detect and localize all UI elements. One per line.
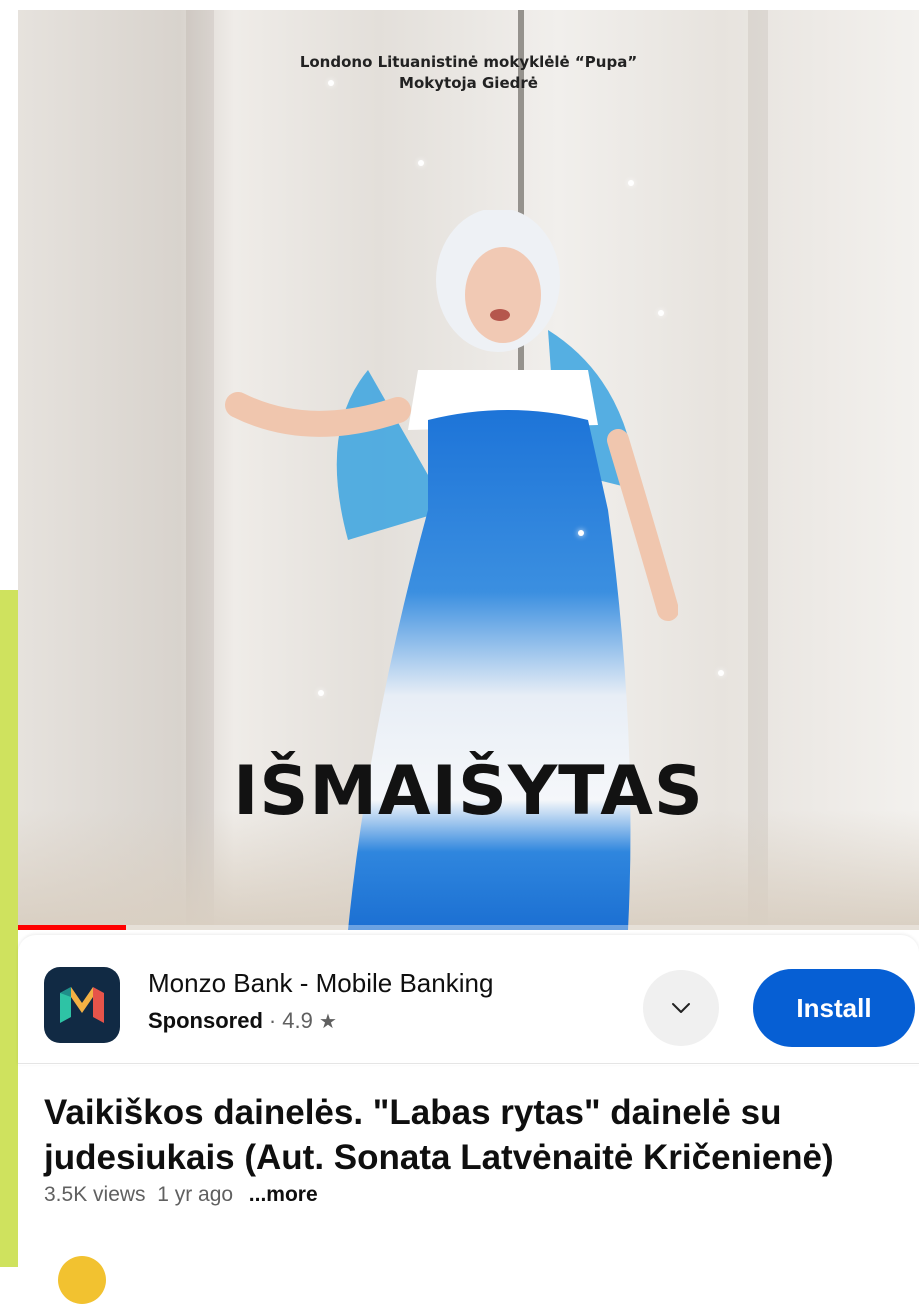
progress-fill xyxy=(18,925,127,930)
sparkle xyxy=(658,310,664,316)
video-stats[interactable]: 3.5K views 1 yr ago ...more xyxy=(44,1183,318,1207)
ad-card[interactable]: Monzo Bank - Mobile Banking Sponsored · 4.… xyxy=(18,935,919,1065)
caption-line-2: Mokytoja Giedrė xyxy=(399,74,538,92)
upload-age: 1 yr ago xyxy=(157,1183,234,1206)
ad-rating: 4.9 xyxy=(282,1008,313,1033)
expand-ad-button[interactable] xyxy=(643,970,719,1046)
star-icon: ★ xyxy=(318,1011,337,1033)
caption-line-1: Londono Lituanistinė mokyklėlė “Pupa” xyxy=(299,53,638,71)
ad-app-name[interactable]: Monzo Bank - Mobile Banking xyxy=(148,968,493,999)
install-button[interactable]: Install xyxy=(753,969,915,1047)
channel-avatar[interactable] xyxy=(58,1256,106,1304)
sparkle xyxy=(578,530,584,536)
meta-separator: · xyxy=(268,1008,277,1033)
sparkle xyxy=(718,670,724,676)
monzo-logo-icon xyxy=(44,967,120,1043)
video-player[interactable]: Londono Lituanistinė mokyklėlė “Pupa” Mo… xyxy=(18,10,919,930)
progress-bar[interactable] xyxy=(18,925,919,930)
ad-meta: Sponsored · 4.9 ★ xyxy=(148,1008,337,1034)
video-title[interactable]: Vaikiškos dainelės. "Labas rytas" dainel… xyxy=(44,1090,914,1180)
video-caption: Londono Lituanistinė mokyklėlė “Pupa” Mo… xyxy=(18,52,919,94)
sparkle xyxy=(628,180,634,186)
sponsored-label: Sponsored xyxy=(148,1008,263,1033)
view-count: 3.5K views xyxy=(44,1183,146,1206)
sparkle xyxy=(418,160,424,166)
chevron-down-icon xyxy=(672,1003,690,1013)
divider xyxy=(18,1063,919,1064)
watch-page: Londono Lituanistinė mokyklėlė “Pupa” Mo… xyxy=(18,10,919,1304)
more-link[interactable]: ...more xyxy=(249,1183,318,1206)
video-overlay-text: IŠMAIŠYTAS xyxy=(233,752,704,831)
sparkle xyxy=(318,690,324,696)
